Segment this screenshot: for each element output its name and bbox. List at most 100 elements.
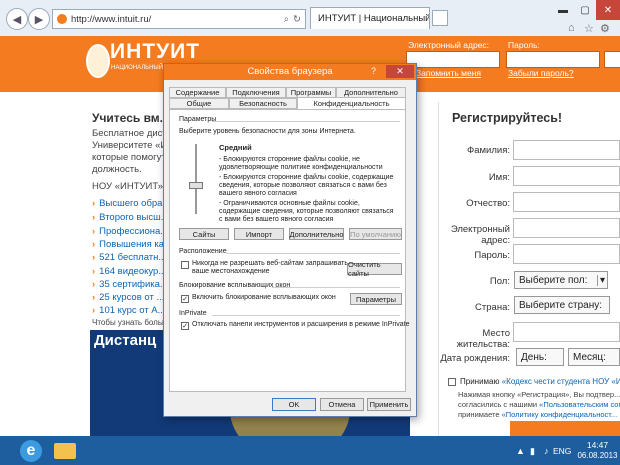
banner-title: Дистанц <box>94 332 157 349</box>
privacy-slider-thumb[interactable] <box>189 182 203 189</box>
new-tab-button[interactable] <box>432 10 448 26</box>
clock-time[interactable]: 14:47 <box>575 440 620 450</box>
name-input[interactable] <box>513 166 620 186</box>
accept-code-checkbox[interactable] <box>448 378 456 386</box>
privacy-level: Средний <box>219 143 252 152</box>
email-field[interactable] <box>513 218 620 238</box>
back-arrow-icon: ◀ <box>12 13 22 26</box>
tab-general[interactable]: Общие <box>169 98 229 109</box>
browser-tab[interactable]: ИНТУИТ | Национальный ... <box>310 7 430 29</box>
advanced-button[interactable]: Дополнительно <box>289 228 344 240</box>
password-field-label: Пароль: <box>474 250 510 261</box>
country-label: Страна: <box>475 302 510 313</box>
day-select[interactable]: День: <box>516 348 564 366</box>
list-item[interactable]: › 25 курсов от ... <box>92 292 164 303</box>
tray-arrow-icon[interactable]: ▲ <box>516 446 525 456</box>
list-item[interactable]: › Второго высш... <box>92 212 169 223</box>
patronymic-input[interactable] <box>513 192 620 212</box>
name-label: Имя: <box>488 172 510 183</box>
surname-input[interactable] <box>513 140 620 160</box>
user-agreement-link[interactable]: «Пользовательским сог... <box>539 400 620 409</box>
level-description-line: с вами без вашего явного согласия <box>219 216 334 223</box>
level-description-line: - Блокируются сторонние файлы cookie, не <box>219 156 360 163</box>
apply-button[interactable]: Применить <box>367 398 411 411</box>
help-button[interactable]: ? <box>371 66 376 76</box>
location-checkbox[interactable] <box>181 261 189 269</box>
inprivate-checkbox[interactable]: ✓ <box>181 322 189 330</box>
cancel-button[interactable]: Отмена <box>320 398 364 411</box>
gear-icon[interactable]: ⚙ <box>600 22 610 35</box>
popup-settings-button[interactable]: Параметры <box>350 293 402 305</box>
clock-date[interactable]: 06.08.2013 <box>575 451 620 460</box>
params-heading: Параметры <box>179 116 217 123</box>
favorites-star-icon[interactable]: ☆ <box>584 22 594 35</box>
tab-privacy[interactable]: Конфиденциальность <box>297 97 406 109</box>
divider <box>212 121 400 122</box>
register-heading: Регистрируйтесь! <box>452 111 563 125</box>
file-explorer-icon[interactable] <box>54 443 76 459</box>
gender-label: Пол: <box>489 276 510 287</box>
forward-button[interactable]: ▶ <box>28 8 50 30</box>
accept-text: Принимаю «Кодекс чести студента НОУ «ИН.… <box>460 377 620 386</box>
language-indicator[interactable]: ENG <box>553 446 571 456</box>
register-button[interactable] <box>510 421 620 436</box>
ok-button[interactable]: OK <box>272 398 316 411</box>
email-field-label: Электронный адрес: <box>450 224 510 246</box>
popup-blocker-checkbox[interactable]: ✓ <box>181 295 189 303</box>
list-item[interactable]: › 521 бесплатн... <box>92 252 166 263</box>
list-item[interactable]: › 101 курс от А... <box>92 305 166 316</box>
privacy-policy-link[interactable]: «Политику конфиденциальност... <box>502 410 618 419</box>
home-icon[interactable]: ⌂ <box>568 22 575 34</box>
logo-emblem-icon <box>86 44 110 78</box>
intro-line: которые помогут... <box>92 152 173 163</box>
logo-text[interactable]: ИНТУИТ <box>110 40 200 64</box>
network-icon[interactable]: ▮ <box>530 446 535 457</box>
month-select[interactable]: Месяц: <box>568 348 620 366</box>
password-field[interactable] <box>513 244 620 264</box>
divider <box>272 287 400 288</box>
volume-icon[interactable]: ♪ <box>544 446 549 456</box>
chevron-down-icon: ▾ <box>596 274 607 286</box>
internet-explorer-icon[interactable]: e <box>20 440 42 462</box>
privacy-slider-track <box>195 144 197 214</box>
dialog-title: Свойства браузера <box>247 66 333 77</box>
import-button[interactable]: Импорт <box>234 228 284 240</box>
residence-input[interactable] <box>513 322 620 342</box>
close-window-button[interactable]: ✕ <box>596 0 620 20</box>
tab-connections[interactable]: Подключения <box>226 87 286 98</box>
refresh-icon[interactable]: ↻ <box>293 14 301 25</box>
default-button[interactable]: По умолчанию <box>349 228 402 240</box>
header-password-input[interactable] <box>506 51 600 68</box>
sites-button[interactable]: Сайты <box>179 228 229 240</box>
remember-me-link[interactable]: Запомнить меня <box>416 68 481 78</box>
residence-label: Место жительства: <box>456 328 510 350</box>
gender-select[interactable]: Выберите пол: ▾ <box>514 271 608 289</box>
consent-note: согласились с нашими «Пользовательским с… <box>458 400 620 409</box>
level-description-line: сведения, которые позволяют связаться с … <box>219 182 387 189</box>
minimize-button[interactable]: ▬ <box>552 0 574 20</box>
back-button[interactable]: ◀ <box>6 8 28 30</box>
forgot-password-link[interactable]: Забыли пароль? <box>508 68 574 78</box>
divider <box>212 315 400 316</box>
list-item[interactable]: › Высшего обра... <box>92 198 170 209</box>
surname-label: Фамилия: <box>467 145 510 156</box>
clear-sites-button[interactable]: Очистить сайты <box>347 260 402 278</box>
tab-content[interactable]: Содержание <box>169 87 226 98</box>
honor-code-link[interactable]: «Кодекс чести студента НОУ «ИН... <box>502 377 620 386</box>
search-icon[interactable]: ⌕ <box>284 14 289 25</box>
country-select[interactable]: Выберите страну: <box>514 296 610 314</box>
list-item[interactable]: › 35 сертифика... <box>92 279 168 290</box>
level-description-line: удовлетворяющие политике конфиденциально… <box>219 164 383 171</box>
login-button[interactable] <box>604 51 620 68</box>
header-email-input[interactable] <box>406 51 500 68</box>
list-item[interactable]: › 164 видеокур... <box>92 266 166 277</box>
level-description-line: - Блокируются сторонние файлы cookie, со… <box>219 174 394 181</box>
location-checkbox-label: ваше местонахождение <box>192 268 270 275</box>
list-item[interactable]: › Профессиона... <box>92 226 168 237</box>
address-bar[interactable]: http://www.intuit.ru/ ⌕ ↻ <box>52 9 306 29</box>
dialog-close-button[interactable]: ✕ <box>386 65 414 78</box>
list-item[interactable]: › Повышения ка... <box>92 239 172 250</box>
tab-security[interactable]: Безопасность <box>229 98 297 109</box>
level-description-line: вашего явного согласия <box>219 190 297 197</box>
maximize-button[interactable]: ▢ <box>574 0 596 20</box>
